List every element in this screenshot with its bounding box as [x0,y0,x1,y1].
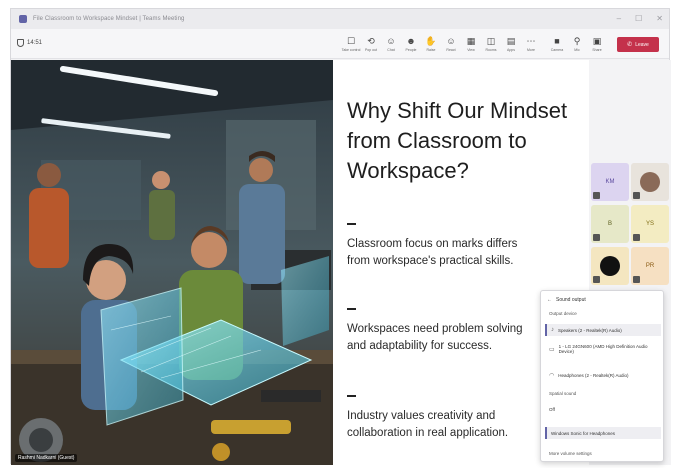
slide-point: Classroom focus on marks differs from wo… [347,238,518,267]
option-label: 1 - LG 24GN600 (AMD High Definition Audi… [558,344,648,354]
raise-hand-button[interactable]: ✋ Raise [421,31,441,57]
muted-mic-icon [593,192,600,199]
window-title: File Classroom to Workspace Mindset | Te… [33,16,185,22]
meeting-toolbar: 14:51 ☐ Take control ⟲ Pop out ☺ Chat ☻ People ✋… [11,29,669,59]
take-control-label: Take control [341,48,361,52]
output-device-header: Output device [549,311,577,316]
bullet-dash [347,223,356,225]
react-button[interactable]: ☺ React [441,31,461,57]
close-button[interactable]: ✕ [656,14,663,24]
camera-icon: ■ [554,36,560,46]
bullet-dash [347,308,356,310]
pop-out-button[interactable]: ⟲ Pop out [361,31,381,57]
presenter-name-tag: Rashmi Nadkarni (Guest) [15,454,78,462]
slide-illustration: Rashmi Nadkarni (Guest) [11,60,333,465]
rooms-label: Rooms [485,48,497,52]
shared-content: Rashmi Nadkarni (Guest) Why Shift Our Mi… [11,60,589,465]
participant-tile[interactable]: B [591,205,629,243]
muted-mic-icon [593,234,600,241]
minimize-button[interactable]: – [617,14,621,24]
timer-text: 14:51 [27,40,43,46]
view-icon: ▦ [466,36,476,46]
more-button[interactable]: ⋯ More [521,31,541,57]
chat-button[interactable]: ☺ Chat [381,31,401,57]
phone-icon: ✆ [627,42,633,48]
pop-out-icon: ⟲ [367,36,375,46]
spatial-sound-header: Spatial sound [549,391,577,396]
people-button[interactable]: ☻ People [401,31,421,57]
window-controls: – ☐ ✕ [617,14,663,24]
slide-point: Workspaces need problem solving and adap… [347,323,523,352]
bullet-dash [347,395,356,397]
apps-button[interactable]: ▤ Apps [501,31,521,57]
monitor-icon: ▭ [549,346,555,353]
meeting-timer: 14:51 [17,39,42,47]
participant-tile[interactable]: YS [631,205,669,243]
more-volume-settings-link[interactable]: More volume settings [549,451,592,456]
mic-button[interactable]: ⚲ Mic [567,31,587,57]
chat-icon: ☺ [386,36,396,46]
toolbar-actions: ☐ Take control ⟲ Pop out ☺ Chat ☻ People ✋ Raise ☺… [341,31,607,57]
app-icon [19,15,27,23]
output-device-option[interactable]: ♪ Speakers (2 - Realtek(R) Audio) [545,324,661,336]
view-button[interactable]: ▦ View [461,31,481,57]
react-label: React [446,48,456,52]
maximize-button[interactable]: ☐ [635,14,642,24]
camera-label: Camera [550,48,564,52]
avatar-photo [640,172,660,192]
slide-title: Why Shift Our Mindset from Classroom to … [347,98,568,183]
popup-title: Sound output [556,297,586,303]
back-arrow-icon[interactable]: ← [547,297,552,303]
option-label: Off [549,406,555,412]
raise-hand-icon: ✋ [425,36,437,46]
muted-mic-icon [633,192,640,199]
pop-out-label: Pop out [364,48,378,52]
option-label: Headphones (2 - Realtek(R) Audio) [558,372,629,378]
rooms-icon: ◫ [486,36,496,46]
react-icon: ☺ [446,36,456,46]
more-icon: ⋯ [526,36,536,46]
slide-point: Industry values creativity and collabora… [347,410,509,439]
muted-mic-icon [633,276,640,283]
participant-tile[interactable]: PR [631,247,669,285]
more-label: More [527,48,535,52]
muted-mic-icon [633,234,640,241]
share-label: Share [592,48,602,52]
share-button[interactable]: ▣ Share [587,31,607,57]
mic-label: Mic [574,48,580,52]
people-icon: ☻ [406,36,416,46]
apps-icon: ▤ [506,36,516,46]
popup-header: ← Sound output [547,297,586,303]
workshop-illustration [11,60,333,465]
mic-icon: ⚲ [573,36,581,46]
shield-icon [17,39,24,47]
spatial-sound-off-option[interactable]: Off [545,403,661,415]
apps-label: Apps [507,48,515,52]
camera-button[interactable]: ■ Camera [547,31,567,57]
speaker-icon: ♪ [551,327,554,333]
headphones-icon: ◠ [549,372,555,379]
option-label: Windows Sonic for Headphones [551,430,616,436]
people-label: People [405,48,417,52]
take-control-button[interactable]: ☐ Take control [341,31,361,57]
participant-tile[interactable] [591,247,629,285]
title-bar: File Classroom to Workspace Mindset | Te… [11,9,669,29]
muted-mic-icon [593,276,600,283]
option-label: Speakers (2 - Realtek(R) Audio) [558,327,622,333]
audio-device-popup: ← Sound output Output device ♪ Speakers … [540,290,664,462]
spatial-sound-selected-option[interactable]: Windows Sonic for Headphones [545,427,661,439]
share-icon: ▣ [592,36,602,46]
leave-button[interactable]: ✆ Leave [617,37,659,52]
avatar-circle [600,256,620,276]
output-device-option[interactable]: ◠ Headphones (2 - Realtek(R) Audio) [545,369,661,381]
output-device-option[interactable]: ▭ 1 - LG 24GN600 (AMD High Definition Au… [545,343,661,355]
take-control-icon: ☐ [346,36,356,46]
leave-label: Leave [635,41,649,48]
raise-hand-label: Raise [426,48,436,52]
participant-tile[interactable]: KM [591,163,629,201]
chat-label: Chat [387,48,395,52]
view-label: View [467,48,475,52]
rooms-button[interactable]: ◫ Rooms [481,31,501,57]
participant-tile[interactable] [631,163,669,201]
